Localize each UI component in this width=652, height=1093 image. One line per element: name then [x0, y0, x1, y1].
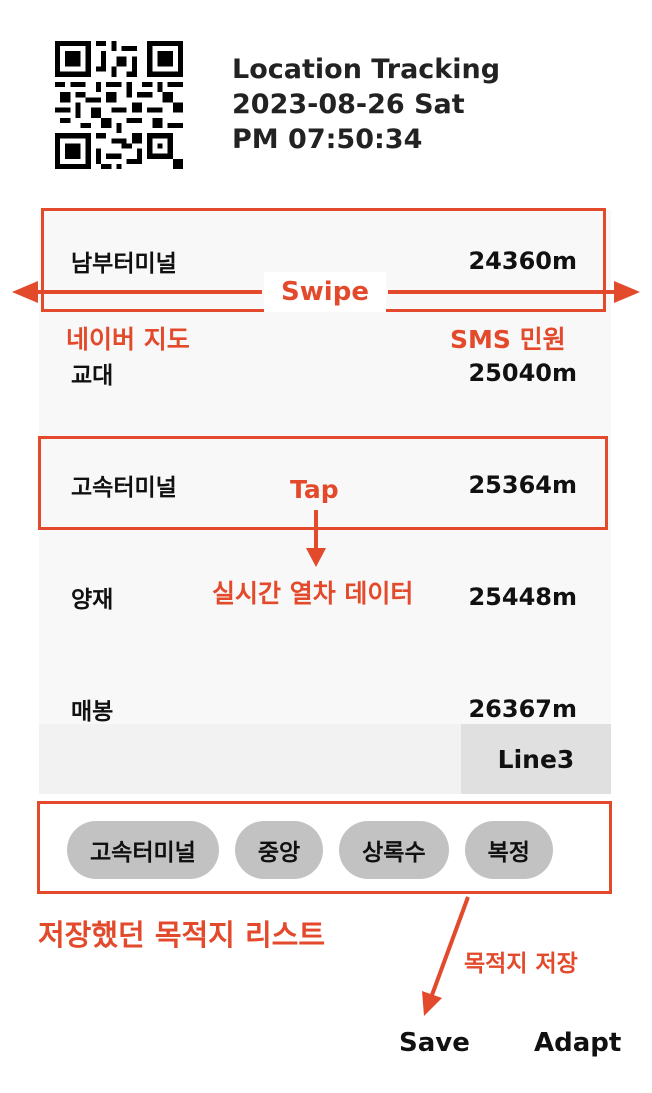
qr-code-icon [55, 41, 183, 169]
tap-result-label: 실시간 열차 데이터 [212, 579, 414, 608]
station-distance: 26367m [468, 695, 577, 723]
saved-destination-chip[interactable]: 고속터미널 [67, 821, 219, 879]
line-footer: Line3 [39, 724, 611, 794]
line-badge[interactable]: Line3 [461, 724, 611, 794]
station-distance: 25040m [468, 359, 577, 387]
date-label: 2023-08-26 Sat [232, 89, 465, 120]
left-action-label: 네이버 지도 [66, 325, 190, 354]
station-distance: 25448m [468, 583, 577, 611]
saved-destination-chip[interactable]: 상록수 [339, 821, 449, 879]
adapt-button[interactable]: Adapt [534, 1028, 621, 1058]
save-destination-label: 목적지 저장 [464, 951, 578, 977]
saved-destination-chip[interactable]: 중앙 [234, 821, 324, 879]
time-label: PM 07:50:34 [232, 124, 423, 155]
saved-destination-chip[interactable]: 복정 [464, 821, 553, 879]
swipe-label: Swipe [264, 272, 386, 312]
header: Location Tracking 2023-08-26 Sat PM 07:5… [232, 52, 500, 157]
tap-label: Tap [290, 475, 339, 504]
right-action-label: SMS 민원 [450, 325, 566, 354]
station-name: 양재 [71, 587, 114, 613]
save-button[interactable]: Save [399, 1028, 470, 1058]
saved-list-label: 저장했던 목적지 리스트 [38, 918, 325, 952]
station-name: 매봉 [71, 699, 114, 725]
page-title: Location Tracking [232, 54, 501, 85]
saved-destination-list[interactable]: 고속터미널 중앙 상록수 복정 [67, 821, 591, 881]
station-name: 교대 [71, 363, 114, 389]
